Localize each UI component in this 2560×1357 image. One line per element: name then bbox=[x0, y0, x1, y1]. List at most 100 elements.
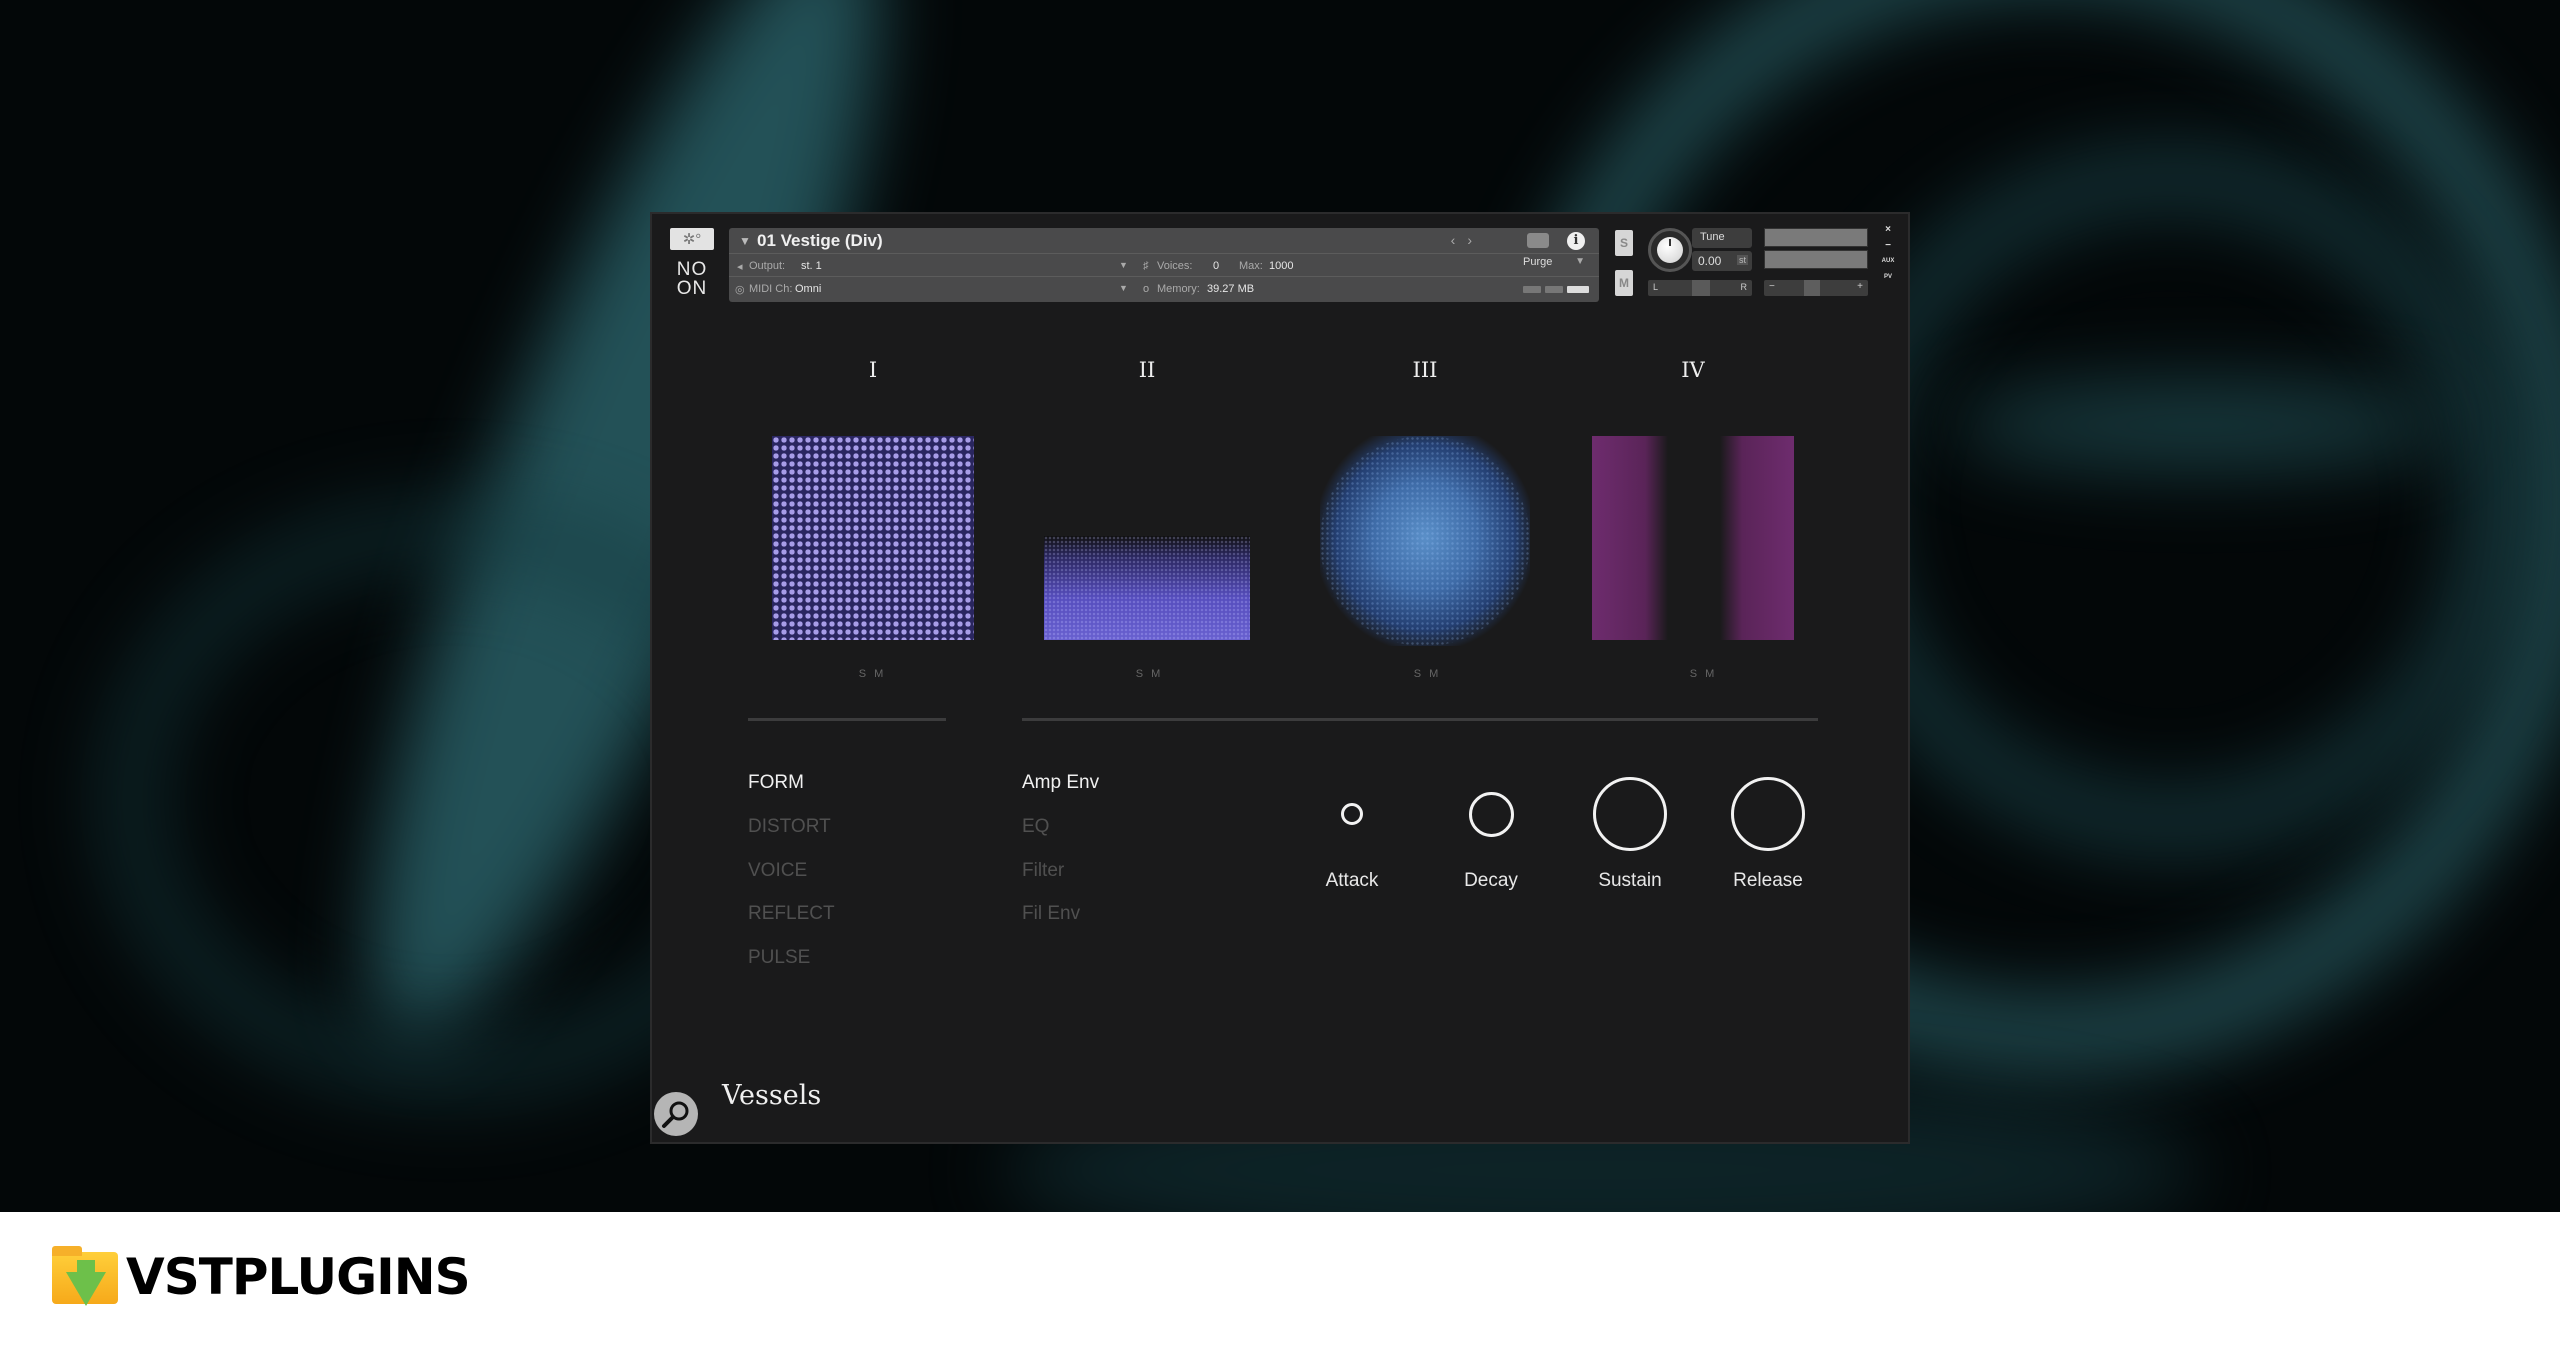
layer-solo-button[interactable]: S bbox=[1136, 668, 1151, 680]
brand-logo-text[interactable]: VSTPLUGINS bbox=[126, 1248, 471, 1306]
camera-icon[interactable] bbox=[1527, 233, 1549, 248]
purge-label: Purge bbox=[1523, 256, 1553, 268]
layer-visualizer[interactable] bbox=[772, 436, 974, 640]
attack-label: Attack bbox=[1325, 870, 1379, 891]
layer-mute-button[interactable]: M bbox=[1429, 668, 1446, 680]
aux-button[interactable]: AUX bbox=[1880, 258, 1896, 264]
purge-menu[interactable]: Purge ▼ bbox=[1523, 256, 1585, 268]
layer-label[interactable]: I bbox=[833, 358, 913, 382]
layer-solo-mute[interactable]: SM bbox=[1400, 668, 1460, 680]
layer-solo-button[interactable]: S bbox=[859, 668, 874, 680]
background-scene: ✲° NO ON ▼ 01 Vestige (Div) ‹› i ◂ Outpu… bbox=[0, 0, 2560, 1212]
sustain-label: Sustain bbox=[1598, 870, 1662, 891]
memory-label: Memory: bbox=[1157, 283, 1200, 295]
layer-solo-button[interactable]: S bbox=[1690, 668, 1705, 680]
kontakt-instrument-window: ✲° NO ON ▼ 01 Vestige (Div) ‹› i ◂ Outpu… bbox=[650, 212, 1910, 1144]
info-icon[interactable]: i bbox=[1567, 232, 1585, 250]
mute-button[interactable]: M bbox=[1615, 270, 1633, 296]
knob-cap bbox=[1657, 237, 1683, 263]
minimize-icon[interactable]: − bbox=[1880, 240, 1896, 251]
voices-label: Voices: bbox=[1157, 260, 1193, 272]
cpu-meter bbox=[1523, 286, 1541, 293]
pan-slider[interactable]: L R bbox=[1648, 280, 1752, 296]
background-glow bbox=[1820, 150, 2520, 850]
tune-unit: st bbox=[1736, 255, 1748, 265]
divider bbox=[748, 718, 946, 721]
tune-value: 0.00 bbox=[1698, 254, 1722, 268]
tab-filter[interactable]: Filter bbox=[1022, 860, 1064, 882]
voices-icon: ♯ bbox=[1143, 260, 1149, 272]
output-dropdown-icon[interactable]: ▼ bbox=[1119, 260, 1128, 270]
menu-reflect[interactable]: REFLECT bbox=[748, 903, 835, 925]
pan-left-label: L bbox=[1653, 282, 1659, 292]
layer-label[interactable]: IV bbox=[1653, 358, 1733, 382]
gear-sun-icon: ✲° bbox=[682, 231, 702, 248]
pan-handle[interactable] bbox=[1692, 280, 1710, 296]
layer-mute-button[interactable]: M bbox=[1151, 668, 1168, 680]
close-icon[interactable]: × bbox=[1880, 224, 1896, 235]
output-icon: ◂ bbox=[737, 261, 743, 273]
max-label: Max: bbox=[1239, 260, 1263, 272]
vendor-logo: NO ON bbox=[670, 260, 714, 298]
pv-button[interactable]: PV bbox=[1880, 274, 1896, 280]
layer-mute-button[interactable]: M bbox=[874, 668, 891, 680]
release-knob[interactable] bbox=[1731, 777, 1805, 851]
voice-meter bbox=[1567, 286, 1589, 293]
vendor-logo-line: NO bbox=[676, 259, 708, 280]
layer-label[interactable]: II bbox=[1107, 358, 1187, 382]
solo-button[interactable]: S bbox=[1615, 230, 1633, 256]
menu-form[interactable]: FORM bbox=[748, 772, 804, 794]
tab-eq[interactable]: EQ bbox=[1022, 816, 1049, 838]
tune-label: Tune bbox=[1692, 228, 1752, 248]
midi-icon: ◎ bbox=[735, 284, 745, 296]
volume-plus-label: + bbox=[1857, 281, 1863, 292]
layer-mute-button[interactable]: M bbox=[1705, 668, 1722, 680]
layer-solo-mute[interactable]: SM bbox=[845, 668, 905, 680]
memory-icon: o bbox=[1143, 283, 1150, 295]
layer-visualizer[interactable] bbox=[1320, 436, 1530, 646]
footer-banner: VSTPLUGINS bbox=[0, 1212, 2560, 1357]
layer-visualizer[interactable] bbox=[1592, 436, 1668, 640]
decay-knob[interactable] bbox=[1468, 791, 1514, 837]
magnifier-icon bbox=[662, 1101, 689, 1128]
preset-nav-arrows[interactable]: ‹› bbox=[1451, 232, 1484, 248]
menu-pulse[interactable]: PULSE bbox=[748, 947, 810, 969]
output-select[interactable]: st. 1 bbox=[801, 260, 822, 272]
midi-channel-select[interactable]: Omni bbox=[795, 283, 821, 295]
tune-value-field[interactable]: 0.00 st bbox=[1692, 251, 1752, 271]
divider bbox=[1022, 718, 1818, 721]
output-label: Output: bbox=[749, 260, 786, 272]
menu-distort[interactable]: DISTORT bbox=[748, 816, 831, 838]
memory-value: 39.27 MB bbox=[1207, 283, 1255, 295]
layer-solo-mute[interactable]: SM bbox=[1122, 668, 1182, 680]
volume-handle[interactable] bbox=[1804, 280, 1820, 296]
layer-label[interactable]: III bbox=[1385, 358, 1465, 382]
disk-meter bbox=[1545, 286, 1563, 293]
midi-dropdown-icon[interactable]: ▼ bbox=[1119, 283, 1128, 293]
background-glow bbox=[1950, 380, 2450, 470]
collapse-triangle-icon[interactable]: ▼ bbox=[739, 234, 751, 248]
volume-minus-label: − bbox=[1769, 281, 1775, 292]
level-meter-left bbox=[1764, 228, 1868, 247]
attack-knob[interactable] bbox=[1340, 802, 1364, 826]
midi-label: MIDI Ch: bbox=[749, 283, 793, 295]
purge-dropdown-icon: ▼ bbox=[1575, 256, 1585, 267]
product-name: Vessels bbox=[722, 1080, 822, 1111]
layer-visualizer[interactable] bbox=[1720, 436, 1794, 640]
search-button[interactable] bbox=[654, 1092, 698, 1136]
max-voices-value[interactable]: 1000 bbox=[1269, 260, 1293, 272]
tune-knob[interactable] bbox=[1648, 228, 1692, 272]
vendor-logo-line: ON bbox=[676, 278, 708, 299]
menu-voice[interactable]: VOICE bbox=[748, 860, 807, 882]
tab-fil-env[interactable]: Fil Env bbox=[1022, 903, 1080, 925]
sustain-knob[interactable] bbox=[1593, 777, 1667, 851]
release-label: Release bbox=[1733, 870, 1803, 891]
layer-solo-mute[interactable]: SM bbox=[1676, 668, 1736, 680]
instrument-options-button[interactable]: ✲° bbox=[670, 228, 714, 250]
layer-solo-button[interactable]: S bbox=[1414, 668, 1429, 680]
instrument-title[interactable]: 01 Vestige (Div) bbox=[757, 231, 883, 251]
layer-visualizer[interactable] bbox=[1044, 536, 1250, 640]
volume-slider[interactable]: − + bbox=[1764, 280, 1868, 296]
decay-label: Decay bbox=[1464, 870, 1518, 891]
tab-amp-env[interactable]: Amp Env bbox=[1022, 772, 1099, 794]
